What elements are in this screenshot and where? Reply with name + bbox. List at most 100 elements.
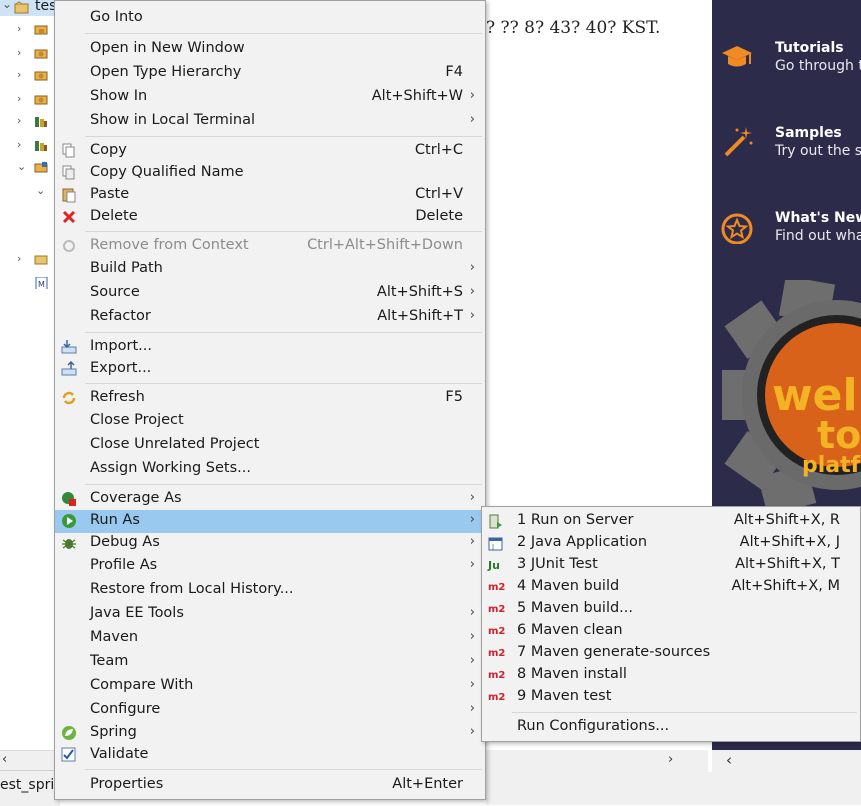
run-as-submenu: 1 Run on Server Alt+Shift+X, R J 2 Java A… <box>481 506 861 742</box>
menu-item-label: Paste <box>90 186 130 202</box>
menu-item-restore-history[interactable]: Restore from Local History... <box>55 579 485 602</box>
tree-item[interactable]: › <box>0 90 60 110</box>
menu-item-refresh[interactable]: Refresh F5 <box>55 387 485 410</box>
tree-item[interactable]: › <box>0 44 60 64</box>
menu-item-delete[interactable]: Delete Delete <box>55 206 485 229</box>
editor-scrollbar[interactable]: › <box>486 750 708 772</box>
junit-icon: Ju <box>488 559 500 572</box>
menu-item-remove-from-context[interactable]: Remove from Context Ctrl+Alt+Shift+Down <box>55 235 485 258</box>
project-icon <box>14 1 29 14</box>
welcome-whats-new[interactable]: What's New Find out wha <box>712 210 861 260</box>
welcome-samples[interactable]: Samples Try out the sa <box>712 125 861 175</box>
menu-item-run-as[interactable]: Run As › <box>55 510 485 533</box>
menu-item-label: Restore from Local History... <box>90 581 294 597</box>
tree-item[interactable]: ⌄ <box>0 182 60 202</box>
scroll-left-icon[interactable]: ‹ <box>726 751 732 769</box>
chevron-right-icon[interactable]: › <box>17 22 21 35</box>
menu-item-go-into[interactable]: Go Into <box>55 7 485 30</box>
chevron-right-icon[interactable]: › <box>17 92 21 105</box>
menu-item-source[interactable]: Source Alt+Shift+S › <box>55 282 485 305</box>
tree-root-project[interactable]: ⌄ tes <box>0 0 60 16</box>
menu-item-open-new-window[interactable]: Open in New Window <box>55 38 485 61</box>
library-icon <box>35 141 47 151</box>
library-icon <box>35 117 47 127</box>
tree-item[interactable]: ⌄ <box>0 158 60 178</box>
menu-item-close-unrelated-project[interactable]: Close Unrelated Project <box>55 434 485 457</box>
chevron-right-icon[interactable]: › <box>17 46 21 59</box>
submenu-item-maven-build-dialog[interactable]: m2 5 Maven build... <box>482 599 860 621</box>
menu-item-configure[interactable]: Configure › <box>55 699 485 722</box>
chevron-right-icon[interactable]: › <box>17 252 21 265</box>
chevron-right-icon[interactable]: › <box>17 68 21 81</box>
scroll-left-icon[interactable]: ‹ <box>2 752 7 767</box>
submenu-item-run-on-server[interactable]: 1 Run on Server Alt+Shift+X, R <box>482 511 860 533</box>
submenu-item-junit-test[interactable]: Ju 3 JUnit Test Alt+Shift+X, T <box>482 555 860 577</box>
submenu-item-maven-test[interactable]: m2 9 Maven test <box>482 687 860 709</box>
package-folder-icon <box>34 71 48 81</box>
menu-item-java-ee-tools[interactable]: Java EE Tools › <box>55 603 485 626</box>
menu-item-label: Delete <box>90 208 138 224</box>
menu-item-label: Run As <box>90 512 140 528</box>
menu-item-spring[interactable]: Spring › <box>55 722 485 745</box>
star-icon <box>721 213 753 244</box>
chevron-down-icon[interactable]: ⌄ <box>36 184 45 197</box>
welcome-tutorials[interactable]: Tutorials Go through tu <box>712 40 861 90</box>
menu-item-shortcut: Alt+Shift+W <box>371 88 463 104</box>
chevron-down-icon[interactable]: ⌄ <box>17 160 26 173</box>
menu-item-shortcut: F5 <box>445 389 463 405</box>
menu-item-label: Open in New Window <box>90 40 245 56</box>
welcome-item-title: Tutorials <box>775 40 844 56</box>
debug-icon <box>62 539 76 549</box>
submenu-item-run-configurations[interactable]: Run Configurations... <box>482 717 860 739</box>
tree-item[interactable]: M <box>0 274 60 294</box>
menu-item-shortcut: Ctrl+V <box>415 186 463 202</box>
tree-item[interactable]: › <box>0 20 60 40</box>
menu-item-build-path[interactable]: Build Path › <box>55 258 485 281</box>
menu-item-refactor[interactable]: Refactor Alt+Shift+T › <box>55 306 485 329</box>
tree-item[interactable]: › <box>0 66 60 86</box>
menu-item-copy[interactable]: Copy Ctrl+C <box>55 140 485 163</box>
menu-item-export[interactable]: Export... <box>55 358 485 381</box>
refresh-icon <box>62 391 76 405</box>
tree-item[interactable]: › <box>0 250 60 270</box>
menu-item-label: Refresh <box>90 389 145 405</box>
submenu-item-java-application[interactable]: J 2 Java Application Alt+Shift+X, J <box>482 533 860 555</box>
menu-item-shortcut: Alt+Shift+T <box>377 308 463 324</box>
submenu-item-maven-build[interactable]: m2 4 Maven build Alt+Shift+X, M <box>482 577 860 599</box>
menu-item-close-project[interactable]: Close Project <box>55 410 485 433</box>
submenu-item-maven-clean[interactable]: m2 6 Maven clean <box>482 621 860 643</box>
scroll-right-icon[interactable]: › <box>668 752 673 767</box>
menu-item-maven[interactable]: Maven › <box>55 627 485 650</box>
menu-item-compare-with[interactable]: Compare With › <box>55 675 485 698</box>
welcome-scrollbar[interactable]: ‹ <box>712 750 861 772</box>
maven-pom-icon: M <box>35 277 48 289</box>
menu-item-team[interactable]: Team › <box>55 651 485 674</box>
menu-item-coverage-as[interactable]: Coverage As › <box>55 488 485 511</box>
menu-item-paste[interactable]: Paste Ctrl+V <box>55 184 485 207</box>
context-menu: Go Into Open in New Window Open Type Hie… <box>54 0 486 800</box>
menu-separator <box>85 231 482 232</box>
menu-item-import[interactable]: Import... <box>55 336 485 359</box>
menu-item-assign-working-sets[interactable]: Assign Working Sets... <box>55 458 485 481</box>
menu-item-profile-as[interactable]: Profile As › <box>55 555 485 578</box>
submenu-item-label: 9 Maven test <box>517 688 612 704</box>
chevron-right-icon[interactable]: › <box>17 114 21 127</box>
menu-item-label: Java EE Tools <box>90 605 184 621</box>
submenu-item-shortcut: Alt+Shift+X, R <box>733 512 840 528</box>
menu-item-copy-qualified-name[interactable]: Copy Qualified Name <box>55 162 485 185</box>
menu-item-show-local-terminal[interactable]: Show in Local Terminal › <box>55 110 485 133</box>
explorer-scrollbar[interactable]: ‹ <box>0 750 60 771</box>
menu-item-open-type-hierarchy[interactable]: Open Type Hierarchy F4 <box>55 62 485 85</box>
tree-item[interactable]: › <box>0 136 60 156</box>
submenu-arrow-icon: › <box>469 490 475 505</box>
chevron-right-icon[interactable]: › <box>17 138 21 151</box>
menu-item-label: Spring <box>90 724 137 740</box>
menu-item-show-in[interactable]: Show In Alt+Shift+W › <box>55 86 485 109</box>
menu-item-properties[interactable]: Properties Alt+Enter <box>55 774 485 797</box>
submenu-item-maven-generate-sources[interactable]: m2 7 Maven generate-sources <box>482 643 860 665</box>
menu-item-debug-as[interactable]: Debug As › <box>55 532 485 555</box>
chevron-down-icon[interactable]: ⌄ <box>2 0 12 11</box>
tree-item[interactable]: › <box>0 112 60 132</box>
submenu-item-maven-install[interactable]: m2 8 Maven install <box>482 665 860 687</box>
menu-item-validate[interactable]: Validate <box>55 744 485 767</box>
